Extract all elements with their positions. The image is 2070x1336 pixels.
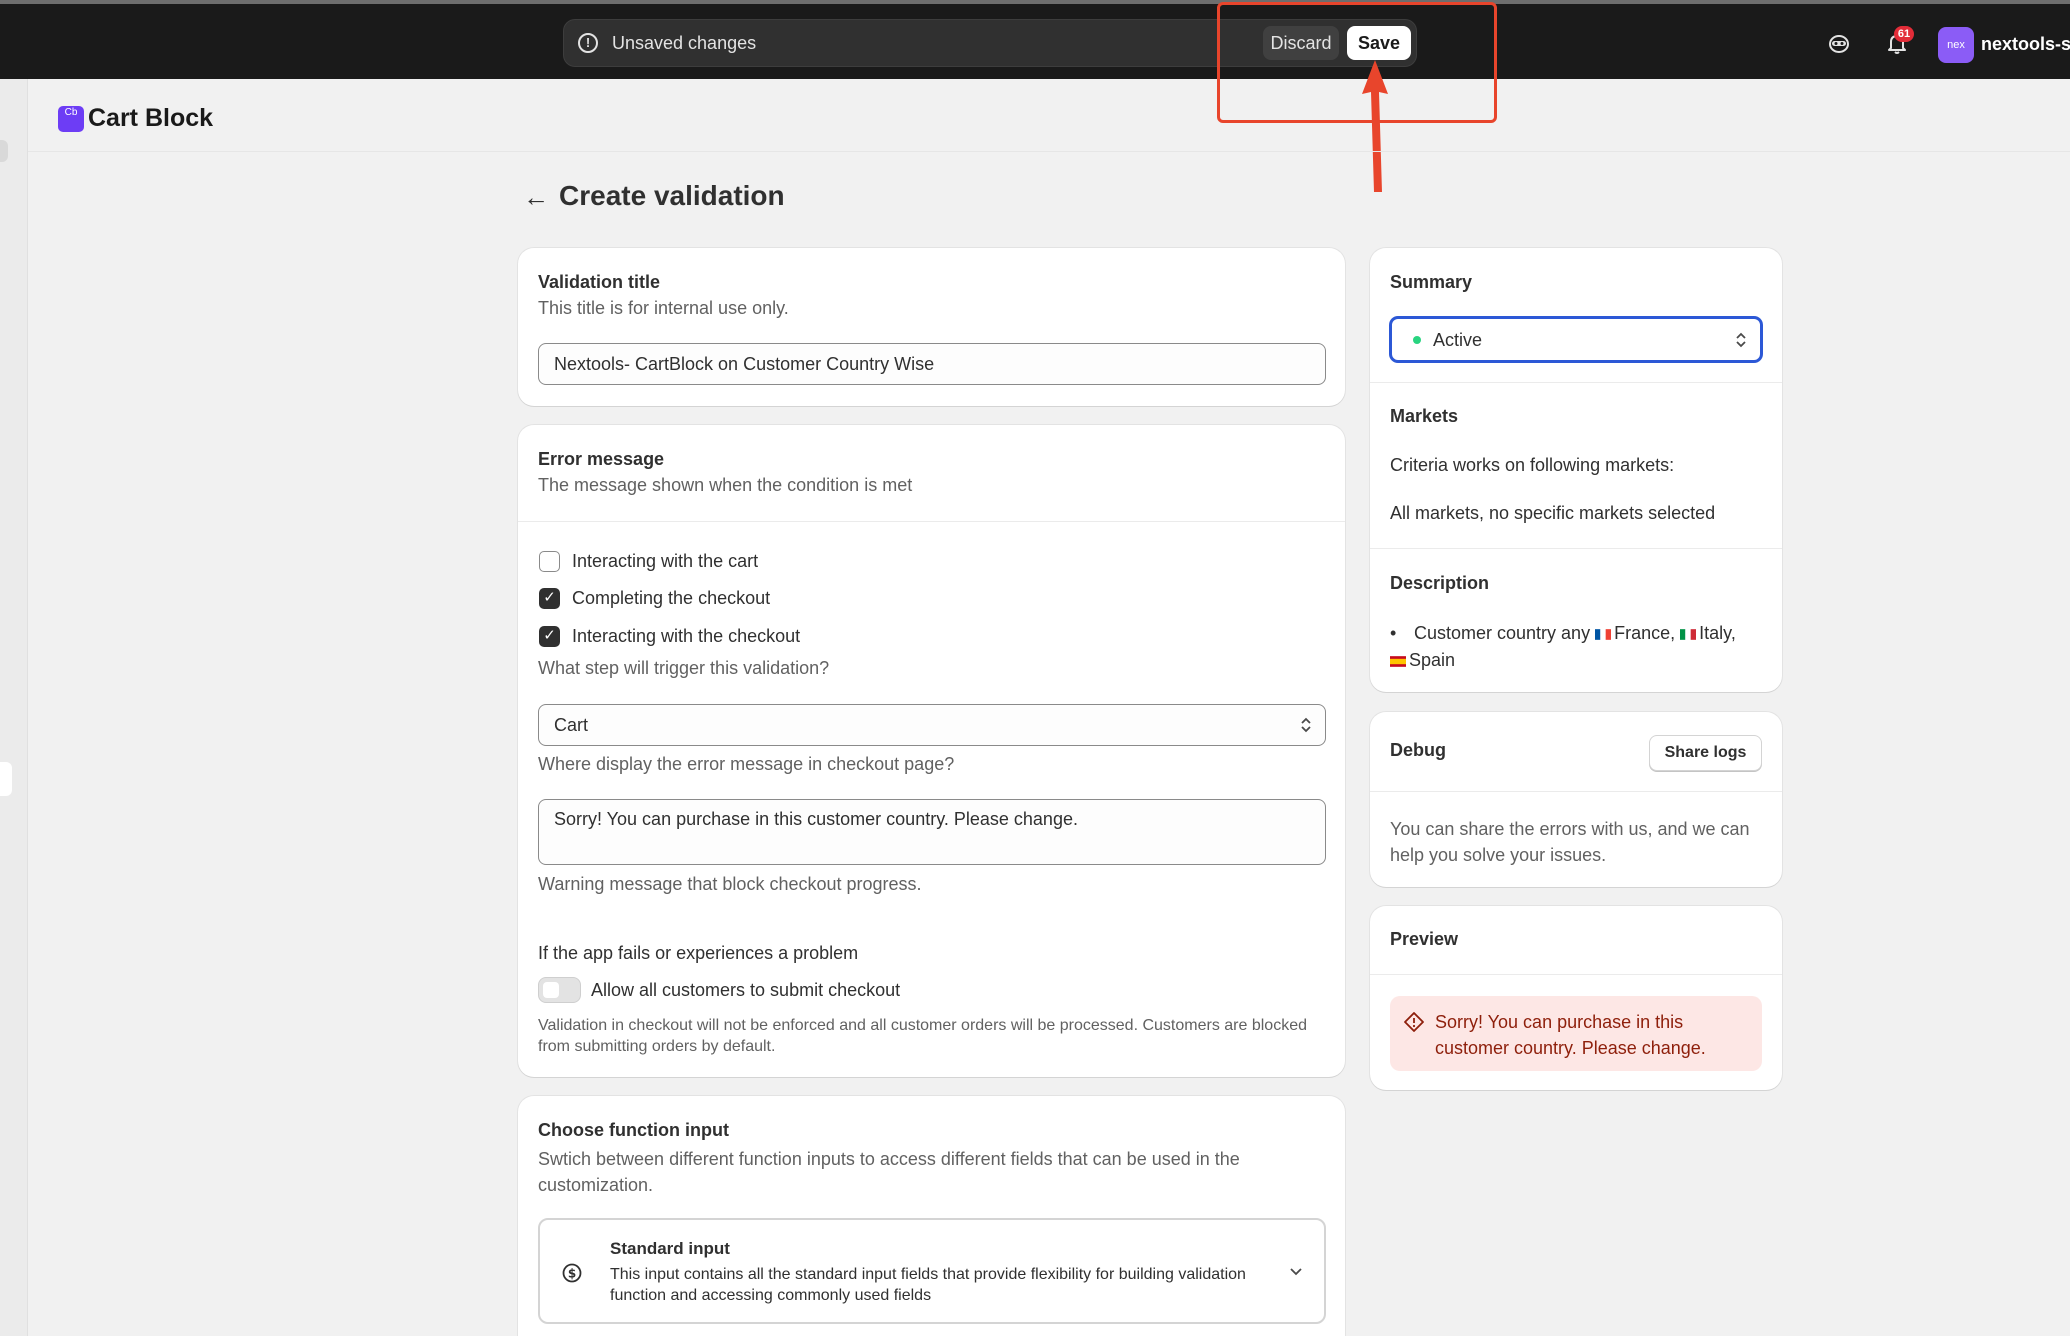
status-value: Active <box>1433 330 1483 350</box>
summary-card: Summary Markets Criteria works on follow… <box>1370 248 1782 692</box>
description-prefix: Customer country any <box>1414 623 1591 643</box>
summary-heading: Summary <box>1390 272 1473 292</box>
preview-critical-banner: Sorry! You can purchase in this customer… <box>1390 996 1762 1071</box>
description-heading: Description <box>1390 573 1490 593</box>
page-title: Create validation <box>559 180 785 211</box>
display-location-help: Where display the error message in check… <box>538 754 955 774</box>
markets-line-1: Criteria works on following markets: <box>1390 455 1675 475</box>
validation-title-input[interactable]: Nextools- CartBlock on Customer Country … <box>538 343 1326 385</box>
standard-input-title: Standard input <box>610 1239 730 1258</box>
country-spain: Spain <box>1409 650 1456 670</box>
app-header: Cb Cart Block <box>28 79 2070 152</box>
left-rail <box>0 79 28 1336</box>
avatar[interactable]: nex <box>1938 27 1974 63</box>
standard-input-option[interactable]: $ Standard input This input contains all… <box>538 1218 1326 1324</box>
unsaved-changes-label: Unsaved changes <box>612 33 757 53</box>
notification-badge: 61 <box>1894 26 1914 42</box>
dollar-circle-icon: $ <box>562 1263 582 1283</box>
sidekick-icon[interactable] <box>1826 30 1852 56</box>
checkbox-label: Interacting with the cart <box>572 551 759 571</box>
rail-handle-lower[interactable] <box>0 762 12 796</box>
preview-heading: Preview <box>1390 929 1459 949</box>
checkbox-label: Interacting with the checkout <box>572 626 801 646</box>
back-arrow-icon[interactable]: ← <box>523 182 549 213</box>
status-select[interactable]: Active <box>1390 317 1762 362</box>
display-location-value: Cart <box>554 715 589 735</box>
standard-input-desc: This input contains all the standard inp… <box>610 1266 1246 1304</box>
display-location-select[interactable]: Cart <box>538 704 1326 746</box>
checkbox-label: Completing the checkout <box>572 588 771 608</box>
markets-heading: Markets <box>1390 406 1459 426</box>
share-logs-button[interactable]: Share logs <box>1649 735 1762 771</box>
store-name[interactable]: nextools-su <box>1981 34 2070 55</box>
italy-flag-icon <box>1680 629 1697 640</box>
top-bar: ! Unsaved changes Discard Save 61 nex ne… <box>0 0 2070 79</box>
checkbox-interacting-checkout[interactable]: ✓ <box>539 626 560 647</box>
country-france: France, <box>1614 623 1676 643</box>
alert-diamond-icon <box>1404 1012 1424 1032</box>
chevron-down-icon <box>1290 1268 1302 1276</box>
debug-heading: Debug <box>1390 740 1446 760</box>
trigger-help: What step will trigger this validation? <box>538 658 830 678</box>
validation-title-help: This title is for internal use only. <box>538 298 789 318</box>
error-message-card: Error message The message shown when the… <box>518 425 1345 1077</box>
debug-text: You can share the errors with us, and we… <box>1390 819 1750 865</box>
app-logo: Cb <box>58 106 84 132</box>
validation-title-card: Validation title This title is for inter… <box>518 248 1345 406</box>
checkbox-interacting-cart[interactable] <box>539 551 560 572</box>
error-message-textarea-help: Warning message that block checkout prog… <box>538 874 922 894</box>
select-chevrons-icon <box>1736 332 1746 347</box>
app-title: Cart Block <box>88 104 214 132</box>
function-input-help: Swtich between different function inputs… <box>538 1149 1240 1195</box>
country-italy: Italy, <box>1699 623 1736 643</box>
error-message-heading: Error message <box>538 449 665 469</box>
description-list-item: • Customer country any France, Italy, Spa… <box>1390 623 1736 670</box>
fail-toggle-label: Allow all customers to submit checkout <box>591 980 901 1000</box>
preview-message: Sorry! You can purchase in this customer… <box>1435 1012 1706 1058</box>
error-message-textarea[interactable]: Sorry! You can purchase in this customer… <box>538 799 1326 865</box>
alert-circle-icon: ! <box>578 33 598 53</box>
allow-checkout-toggle[interactable] <box>538 977 581 1003</box>
function-input-heading: Choose function input <box>538 1120 729 1140</box>
svg-text:$: $ <box>568 1267 576 1281</box>
rail-handle[interactable] <box>0 140 8 162</box>
france-flag-icon <box>1595 629 1612 640</box>
status-dot <box>1413 336 1421 344</box>
validation-title-heading: Validation title <box>538 272 661 292</box>
select-chevrons-icon <box>1301 717 1311 733</box>
fail-heading: If the app fails or experiences a proble… <box>538 943 859 963</box>
markets-line-2: All markets, no specific markets selecte… <box>1390 503 1716 523</box>
checkbox-completing-checkout[interactable]: ✓ <box>539 588 560 609</box>
spain-flag-icon <box>1390 656 1406 667</box>
error-message-help: The message shown when the condition is … <box>538 475 913 495</box>
fail-help: Validation in checkout will not be enfor… <box>538 1017 1307 1055</box>
